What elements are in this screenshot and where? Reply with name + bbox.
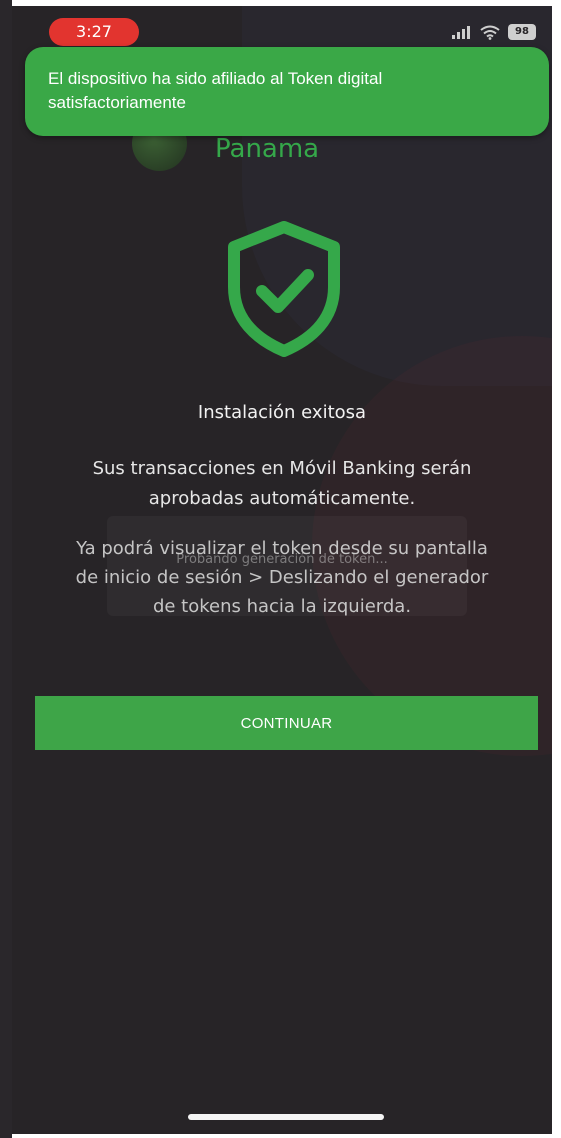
status-time: 3:27	[49, 18, 139, 46]
success-description: Sus transacciones en Móvil Banking serán…	[92, 458, 472, 509]
app-screen: 3:27 98 Panama El dispositivo ha sido af…	[12, 6, 552, 1134]
success-toast[interactable]: El dispositivo ha sido afiliado al Token…	[25, 47, 549, 136]
device-frame-edge	[0, 0, 12, 1138]
status-bar: 3:27 98	[12, 6, 552, 50]
continue-button[interactable]: CONTINUAR	[35, 696, 538, 750]
wifi-icon	[480, 25, 500, 40]
toast-message: El dispositivo ha sido afiliado al Token…	[48, 69, 383, 112]
token-info-text: Ya podrá visualizar el token desde su pa…	[75, 538, 489, 617]
page-title: Instalación exitosa	[197, 402, 367, 423]
shield-check-icon	[228, 221, 340, 357]
signal-icon	[452, 26, 470, 39]
battery-icon: 98	[508, 24, 536, 40]
brand-name: Panama	[215, 134, 320, 164]
home-indicator[interactable]	[188, 1114, 384, 1120]
status-icons: 98	[452, 22, 536, 42]
